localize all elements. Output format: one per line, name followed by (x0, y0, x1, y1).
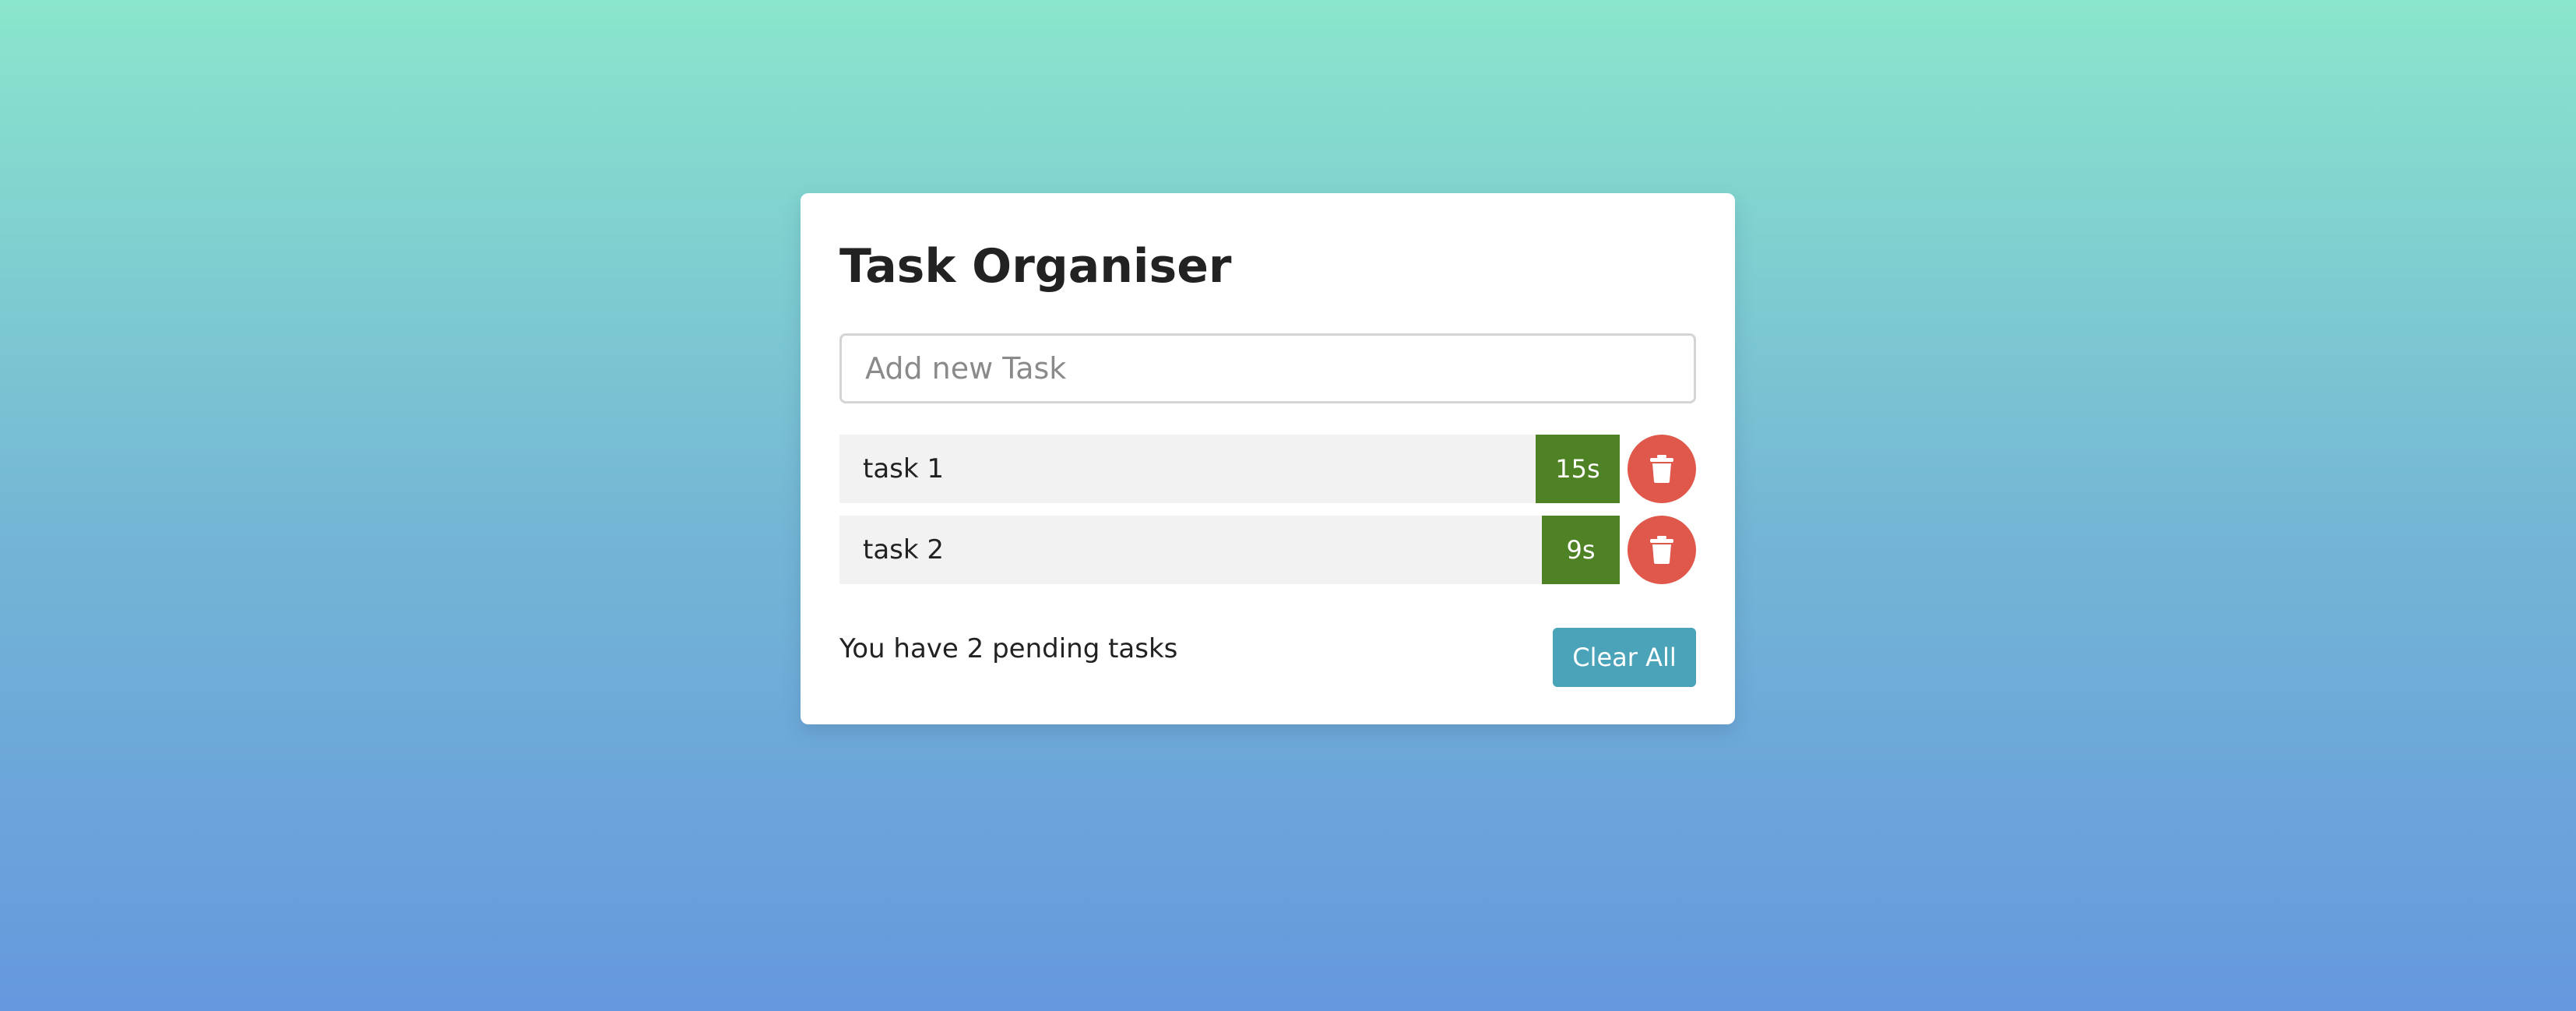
delete-task-button[interactable] (1628, 435, 1696, 503)
task-label: task 1 (863, 453, 945, 484)
new-task-input[interactable] (839, 333, 1696, 403)
task-row: task 2 9s (839, 516, 1696, 584)
page-title: Task Organiser (839, 239, 1232, 294)
task-item[interactable]: task 1 (839, 435, 1620, 503)
trash-icon (1650, 536, 1673, 564)
task-label: task 2 (863, 534, 945, 565)
task-timer: 9s (1542, 516, 1620, 584)
task-item[interactable]: task 2 (839, 516, 1620, 584)
task-row: task 1 15s (839, 435, 1696, 503)
task-timer: 15s (1536, 435, 1620, 503)
delete-task-button[interactable] (1628, 516, 1696, 584)
trash-icon (1650, 455, 1673, 483)
task-card: Task Organiser task 1 15s task 2 9s Y (801, 193, 1735, 724)
pending-tasks-text: You have 2 pending tasks (839, 633, 1178, 664)
clear-all-button[interactable]: Clear All (1553, 628, 1696, 687)
